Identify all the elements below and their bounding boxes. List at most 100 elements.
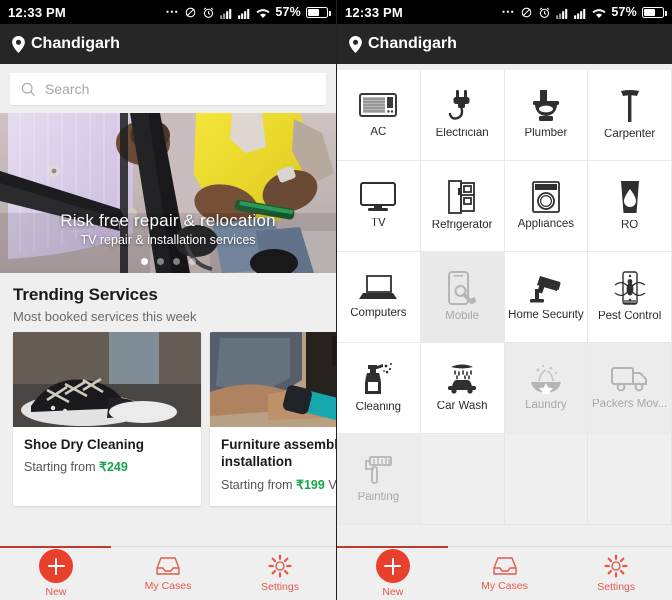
nav-item-settings[interactable]: Settings xyxy=(560,554,672,593)
alarm-icon xyxy=(202,6,215,19)
status-bar: 12:33 PM ⋯ 57% xyxy=(337,0,672,24)
category-grid-section: AC Electrician Plumber Carpenter TV Refr… xyxy=(337,64,672,546)
promo-title: Risk free repair & relocation xyxy=(60,211,276,230)
category-tile-plumber[interactable]: Plumber xyxy=(504,70,589,161)
category-label: Pest Control xyxy=(597,311,662,323)
status-bar-time: 12:33 PM xyxy=(345,4,403,20)
category-tile-placeholder xyxy=(420,434,505,525)
category-tile-pest-control[interactable]: Pest Control xyxy=(588,252,672,343)
status-bar: 12:33 PM ⋯ 57% xyxy=(0,0,336,24)
price-value: ₹249 xyxy=(99,460,128,475)
wifi-icon xyxy=(256,6,270,19)
service-card-title: Shoe Dry Cleaning xyxy=(24,437,145,452)
cctv-camera-icon xyxy=(529,276,561,303)
nav-item-settings[interactable]: Settings xyxy=(224,554,336,593)
category-label: Electrician xyxy=(435,128,489,140)
carousel-dot[interactable] xyxy=(188,258,196,265)
water-glass-icon xyxy=(620,181,639,214)
category-label: Refrigerator xyxy=(431,220,493,232)
paint-roller-icon xyxy=(365,456,393,485)
category-tile-refrigerator[interactable]: Refrigerator xyxy=(420,161,505,252)
category-tile-ac[interactable]: AC xyxy=(337,70,421,161)
category-tile-computers[interactable]: Computers xyxy=(337,252,421,343)
category-tile-placeholder xyxy=(588,434,672,525)
service-card-price: Starting from ₹249 xyxy=(24,459,190,474)
search-input[interactable] xyxy=(45,81,315,97)
plus-fab-icon[interactable] xyxy=(39,549,73,583)
laundry-icon xyxy=(530,365,561,395)
category-tile-car-wash[interactable]: Car Wash xyxy=(420,343,505,434)
phone-screen-home: 12:33 PM ⋯ 57% Chandigarh Search Risk fr… xyxy=(0,0,336,600)
laptop-icon xyxy=(359,275,398,300)
category-tile-placeholder xyxy=(504,434,589,525)
price-suffix: Visit c xyxy=(328,477,336,492)
service-card-image xyxy=(13,332,201,427)
bottom-navigation: New My Cases Settings xyxy=(0,546,336,600)
trending-card-list[interactable]: Shoe Dry Cleaning Starting from ₹249 Fur… xyxy=(0,332,336,506)
nav-label: New xyxy=(45,586,67,598)
app-bar-location-label: Chandigarh xyxy=(368,35,457,52)
plus-fab-icon[interactable] xyxy=(375,549,410,583)
category-label: Laundry xyxy=(525,400,567,412)
category-label: Carpenter xyxy=(604,129,656,141)
signal-1-icon xyxy=(556,6,569,19)
air-conditioner-icon xyxy=(359,93,398,118)
mute-vibrate-icon xyxy=(184,6,197,19)
trending-title: Trending Services xyxy=(13,285,158,304)
category-label: Packers Mov... xyxy=(592,399,668,411)
nav-item-new[interactable]: New xyxy=(337,549,449,598)
signal-2-icon xyxy=(574,6,587,19)
category-label: Home Security xyxy=(508,310,584,322)
category-tile-cleaning[interactable]: Cleaning xyxy=(337,343,421,434)
toilet-icon xyxy=(532,90,559,122)
television-icon xyxy=(360,182,397,212)
category-grid: AC Electrician Plumber Carpenter TV Refr… xyxy=(337,70,672,525)
nav-item-my-cases[interactable]: My Cases xyxy=(449,555,561,592)
service-card[interactable]: Shoe Dry Cleaning Starting from ₹249 xyxy=(13,332,201,506)
category-label: Painting xyxy=(357,492,400,504)
carousel-dot[interactable] xyxy=(140,258,148,265)
category-tile-ro[interactable]: RO xyxy=(588,161,672,252)
wifi-icon xyxy=(592,6,606,19)
inbox-icon xyxy=(492,557,517,575)
category-label: RO xyxy=(621,220,639,232)
gear-icon xyxy=(604,554,628,578)
more-dots-icon: ⋯ xyxy=(165,4,180,19)
service-card-price: Starting from ₹199 Visit c xyxy=(221,477,336,492)
category-label: Car Wash xyxy=(436,401,488,413)
category-label: TV xyxy=(371,218,386,230)
category-tile-painting[interactable]: Painting xyxy=(337,434,421,525)
category-tile-appliances[interactable]: Appliances xyxy=(504,161,589,252)
signal-2-icon xyxy=(238,6,251,19)
signal-1-icon xyxy=(220,6,233,19)
search-section xyxy=(0,64,336,113)
nav-item-new[interactable]: New xyxy=(0,549,112,598)
category-tile-home-security[interactable]: Home Security xyxy=(504,252,589,343)
carousel-dots[interactable] xyxy=(0,258,336,265)
phone-screen-categories: 12:33 PM ⋯ 57% Chandigarh AC Electrician… xyxy=(336,0,672,600)
search-bar[interactable] xyxy=(10,73,326,105)
map-pin-icon xyxy=(349,35,362,53)
service-card[interactable]: Furniture assembly and installation Star… xyxy=(210,332,336,506)
spray-bottle-icon xyxy=(365,363,393,395)
battery-percent-label: 57% xyxy=(275,5,301,19)
moving-truck-icon xyxy=(610,367,647,392)
carousel-dot[interactable] xyxy=(172,258,180,265)
category-tile-laundry[interactable]: Laundry xyxy=(504,343,589,434)
refrigerator-icon xyxy=(448,180,476,215)
category-tile-carpenter[interactable]: Carpenter xyxy=(588,70,672,161)
promo-carousel[interactable]: Risk free repair & relocation TV repair … xyxy=(0,113,336,273)
category-tile-mobile[interactable]: Mobile xyxy=(420,252,505,343)
promo-banner-image xyxy=(0,113,336,273)
pest-icon xyxy=(614,271,646,305)
service-card-title: Furniture assembly and installation xyxy=(221,437,336,470)
category-tile-tv[interactable]: TV xyxy=(337,161,421,252)
car-wash-icon xyxy=(448,364,477,394)
app-bar: Chandigarh xyxy=(0,24,336,64)
category-tile-packers-movers[interactable]: Packers Mov... xyxy=(588,343,672,434)
nav-item-my-cases[interactable]: My Cases xyxy=(112,555,224,592)
category-tile-electrician[interactable]: Electrician xyxy=(420,70,505,161)
nav-label: My Cases xyxy=(144,580,192,592)
mobile-repair-icon xyxy=(448,271,477,306)
carousel-dot[interactable] xyxy=(156,258,164,265)
